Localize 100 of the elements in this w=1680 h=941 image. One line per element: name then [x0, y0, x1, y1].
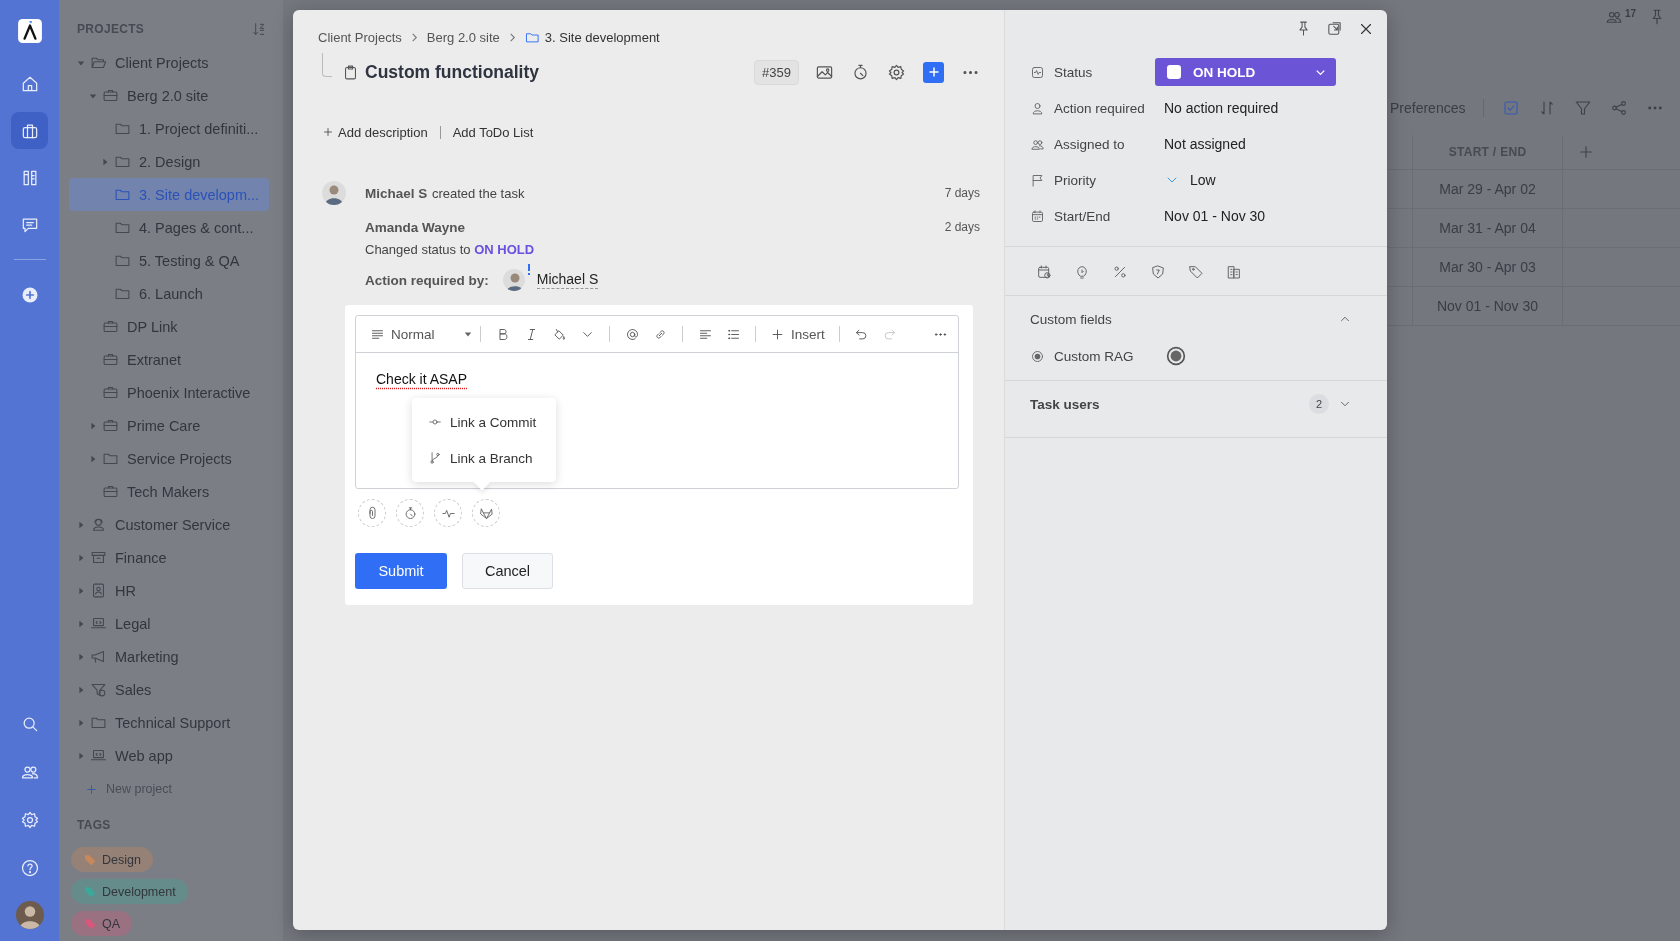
settings-icon[interactable]	[19, 809, 40, 830]
status-change-text: Changed status to ON HOLD	[364, 242, 536, 257]
collapsed-arrow-icon[interactable]	[77, 586, 85, 595]
add-todo-link[interactable]: Add ToDo List	[452, 124, 534, 140]
insert-button[interactable]: Insert	[764, 326, 831, 342]
expanded-arrow-icon[interactable]	[89, 91, 97, 100]
status-dropdown[interactable]: ON HOLD	[1155, 58, 1336, 86]
sort-icon[interactable]	[251, 21, 267, 37]
building-icon[interactable]	[1226, 264, 1242, 280]
tree-item[interactable]: 4. Pages & cont...	[69, 211, 269, 244]
breadcrumb-link[interactable]: 3. Site development	[524, 29, 660, 45]
tag-chip[interactable]: QA	[71, 911, 133, 936]
briefcase-icon	[102, 318, 119, 335]
table-cell: Mar 31 - Apr 04	[1412, 209, 1563, 247]
add-description-link[interactable]: Add description	[322, 124, 428, 140]
table-cell: Mar 29 - Apr 02	[1412, 170, 1563, 208]
avatar[interactable]	[15, 901, 44, 929]
tree-item[interactable]: Technical Support	[69, 706, 269, 739]
field-label: Start/End	[1054, 208, 1112, 224]
rag-indicator[interactable]	[1166, 346, 1186, 366]
popout-icon[interactable]	[1326, 20, 1343, 37]
collapsed-arrow-icon[interactable]	[101, 157, 109, 166]
tree-item[interactable]: Legal	[69, 607, 269, 640]
filter-icon[interactable]	[1574, 99, 1593, 117]
collapsed-arrow-icon[interactable]	[89, 454, 97, 463]
funnel-icon	[90, 681, 107, 698]
tree-item[interactable]: Phoenix Interactive	[69, 376, 269, 409]
author-name: Amanda Wayne	[365, 219, 466, 235]
paint-bucket-icon[interactable]	[551, 326, 567, 342]
menu-item[interactable]: Link a Commit	[412, 404, 556, 440]
tree-item[interactable]: Client Projects	[69, 46, 269, 79]
tree-item[interactable]: 1. Project definiti...	[69, 112, 269, 145]
logo-icon[interactable]	[16, 18, 43, 44]
field-value[interactable]: Low	[1190, 172, 1216, 188]
editor-text[interactable]: Check it ASAP	[376, 371, 468, 387]
collapsed-arrow-icon[interactable]	[77, 718, 85, 727]
text-style-dropdown[interactable]: Normal	[370, 326, 472, 342]
settings-icon[interactable]	[887, 62, 906, 82]
tag-icon[interactable]	[1188, 264, 1204, 280]
collapsed-arrow-icon[interactable]	[77, 619, 85, 628]
field-value[interactable]: Nov 01 - Nov 30	[1164, 208, 1266, 224]
percent-icon[interactable]	[1112, 264, 1128, 280]
collapsed-arrow-icon[interactable]	[89, 421, 97, 430]
chevron-icon	[409, 32, 419, 42]
tree-item[interactable]: Web app	[69, 739, 269, 772]
cancel-button[interactable]: Cancel	[462, 553, 553, 589]
mention-icon[interactable]	[624, 326, 640, 342]
tree-item[interactable]: 5. Testing & QA	[69, 244, 269, 277]
tree-item[interactable]: Finance	[69, 541, 269, 574]
breadcrumb-link[interactable]: Client Projects	[318, 29, 402, 45]
field-value[interactable]: Not assigned	[1164, 136, 1246, 152]
field-label: Priority	[1054, 172, 1097, 188]
tree-item[interactable]: 6. Launch	[69, 277, 269, 310]
add-button[interactable]	[923, 61, 944, 83]
menu-item[interactable]: Link a Branch	[412, 440, 556, 476]
tag-chip[interactable]: Development	[71, 879, 188, 904]
tree-item[interactable]: Sales	[69, 673, 269, 706]
expanded-arrow-icon[interactable]	[77, 58, 85, 67]
tree-item[interactable]: DP Link	[69, 310, 269, 343]
clipboard-icon	[342, 63, 359, 81]
help-icon[interactable]	[19, 857, 40, 878]
field-value[interactable]: No action required	[1164, 100, 1279, 116]
briefcase-icon	[102, 483, 119, 500]
connector-line	[322, 53, 332, 77]
tree-item[interactable]: HR	[69, 574, 269, 607]
chevron-icon	[507, 32, 517, 42]
tree-item[interactable]: 3. Site developm...	[69, 178, 269, 211]
headset-icon	[90, 516, 107, 533]
tree-item[interactable]: Service Projects	[69, 442, 269, 475]
field-label: Status	[1054, 64, 1094, 80]
tree-item[interactable]: Customer Service	[69, 508, 269, 541]
tag-chip[interactable]: Design	[71, 847, 153, 872]
archive-icon	[90, 549, 107, 566]
shield-icon[interactable]	[1150, 264, 1166, 280]
tree-item[interactable]: 2. Design	[69, 145, 269, 178]
user-link[interactable]: Michael S	[536, 271, 599, 289]
tree-item[interactable]: Extranet	[69, 343, 269, 376]
timestamp: 2 days	[944, 220, 980, 234]
collapsed-arrow-icon[interactable]	[77, 685, 85, 694]
stopwatch-icon[interactable]	[851, 62, 870, 82]
table-cell: Mar 30 - Apr 03	[1412, 248, 1563, 286]
collapsed-arrow-icon[interactable]	[77, 652, 85, 661]
calendar-clock-icon[interactable]	[1036, 264, 1052, 280]
checkbox-icon[interactable]	[1502, 99, 1521, 117]
collapsed-arrow-icon[interactable]	[77, 553, 85, 562]
collapsed-arrow-icon[interactable]	[77, 751, 85, 760]
preferences-button[interactable]: Preferences	[1390, 100, 1466, 116]
plus-icon	[322, 126, 334, 138]
submit-button[interactable]: Submit	[355, 553, 447, 589]
avatar	[502, 269, 525, 291]
task-number: #359	[754, 59, 799, 85]
lightbulb-icon[interactable]	[1074, 264, 1090, 280]
tree-item[interactable]: Tech Makers	[69, 475, 269, 508]
share-icon[interactable]	[1610, 99, 1629, 117]
breadcrumb-link[interactable]: Berg 2.0 site	[426, 29, 500, 45]
tree-item[interactable]: Prime Care	[69, 409, 269, 442]
activity-text: Michael S created the task	[365, 185, 526, 201]
collapsed-arrow-icon[interactable]	[77, 520, 85, 529]
tree-item[interactable]: Marketing	[69, 640, 269, 673]
tree-item[interactable]: Berg 2.0 site	[69, 79, 269, 112]
